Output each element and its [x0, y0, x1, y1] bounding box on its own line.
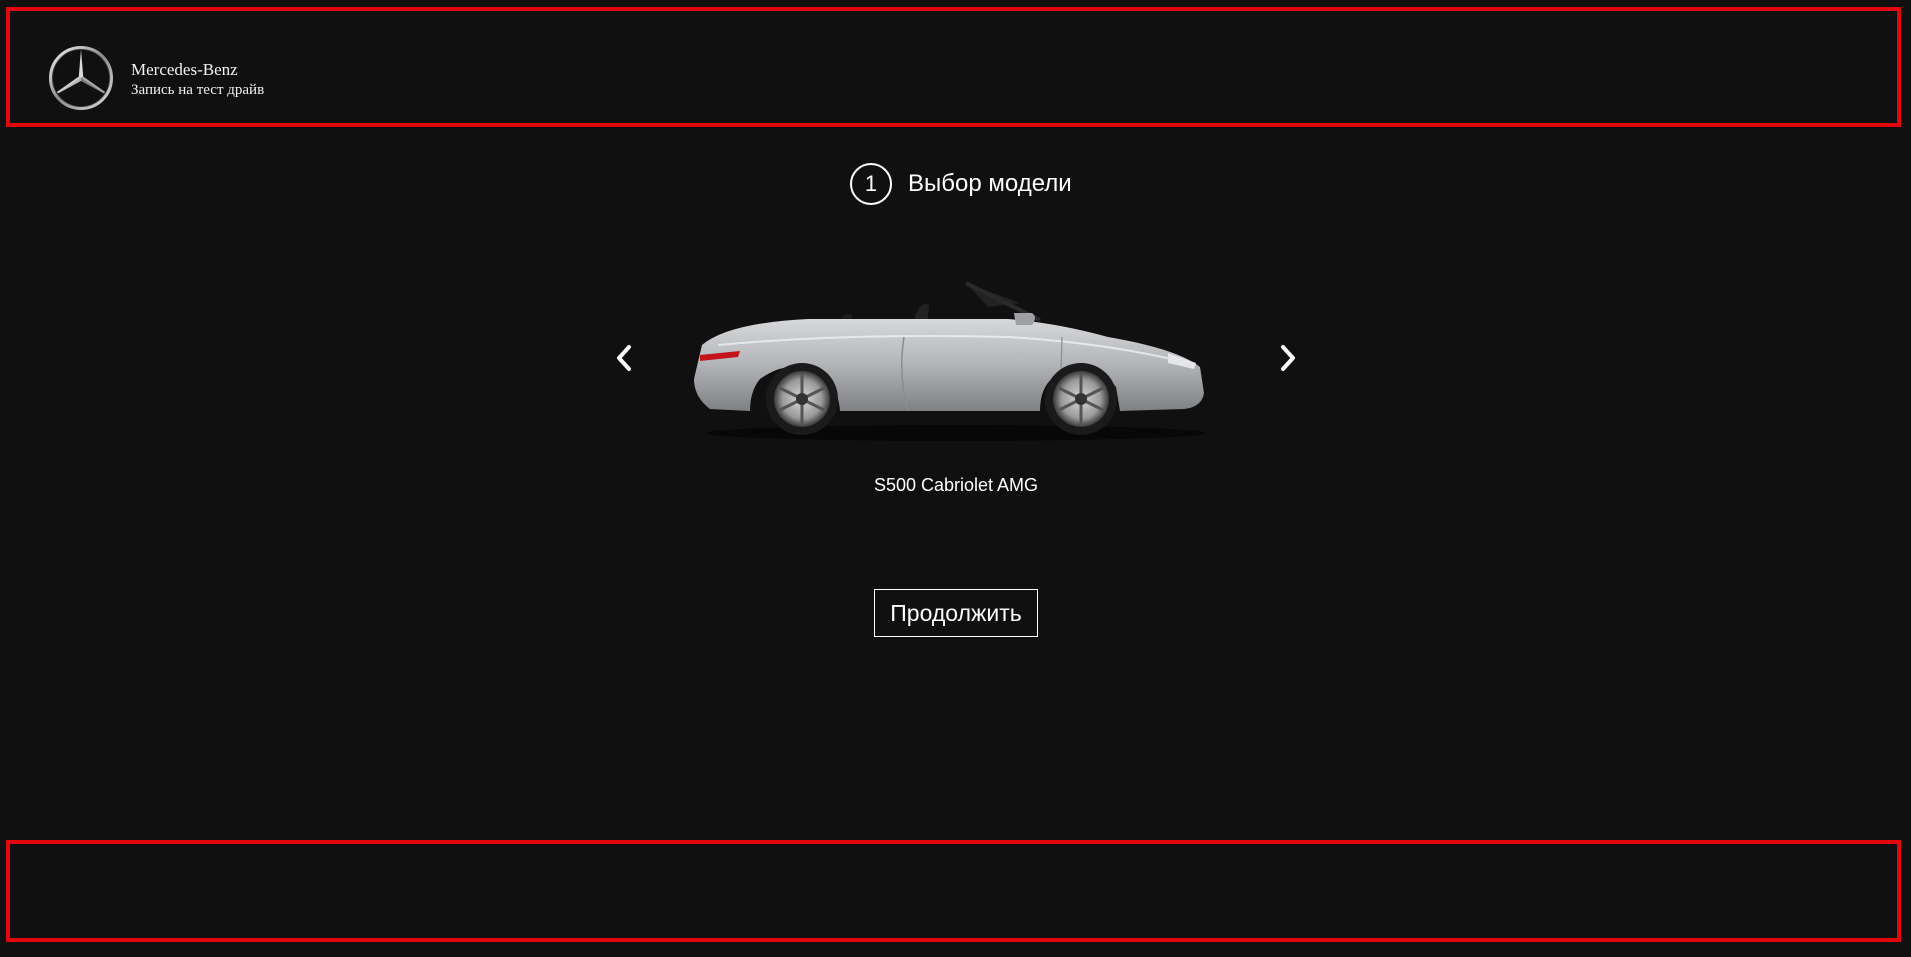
chevron-left-icon: [617, 345, 631, 371]
car-image[interactable]: [688, 275, 1224, 445]
carousel-next-button[interactable]: [1271, 340, 1305, 376]
header-frame: Mercedes-Benz Запись на тест драйв: [6, 7, 1901, 127]
model-name: S500 Cabriolet AMG: [873, 475, 1039, 495]
footer-frame: [6, 840, 1901, 942]
test-drive-page: Mercedes-Benz Запись на тест драйв 1 Выб…: [0, 0, 1911, 957]
carousel-prev-button[interactable]: [607, 340, 641, 376]
step-heading: 1 Выбор модели: [850, 163, 1072, 205]
step-title: Выбор модели: [908, 170, 1072, 197]
brand-block[interactable]: Mercedes-Benz Запись на тест драйв: [48, 45, 264, 111]
car-cabriolet-image: [694, 281, 1206, 441]
brand-name: Mercedes-Benz: [131, 59, 238, 79]
continue-button[interactable]: Продолжить: [874, 589, 1038, 637]
step-number-badge: 1: [850, 163, 892, 205]
mercedes-star-logo-icon: [49, 46, 113, 110]
brand-text: Mercedes-Benz Запись на тест драйв: [131, 59, 264, 100]
brand-subtitle: Запись на тест драйв: [131, 81, 265, 98]
chevron-right-icon: [1281, 345, 1295, 371]
